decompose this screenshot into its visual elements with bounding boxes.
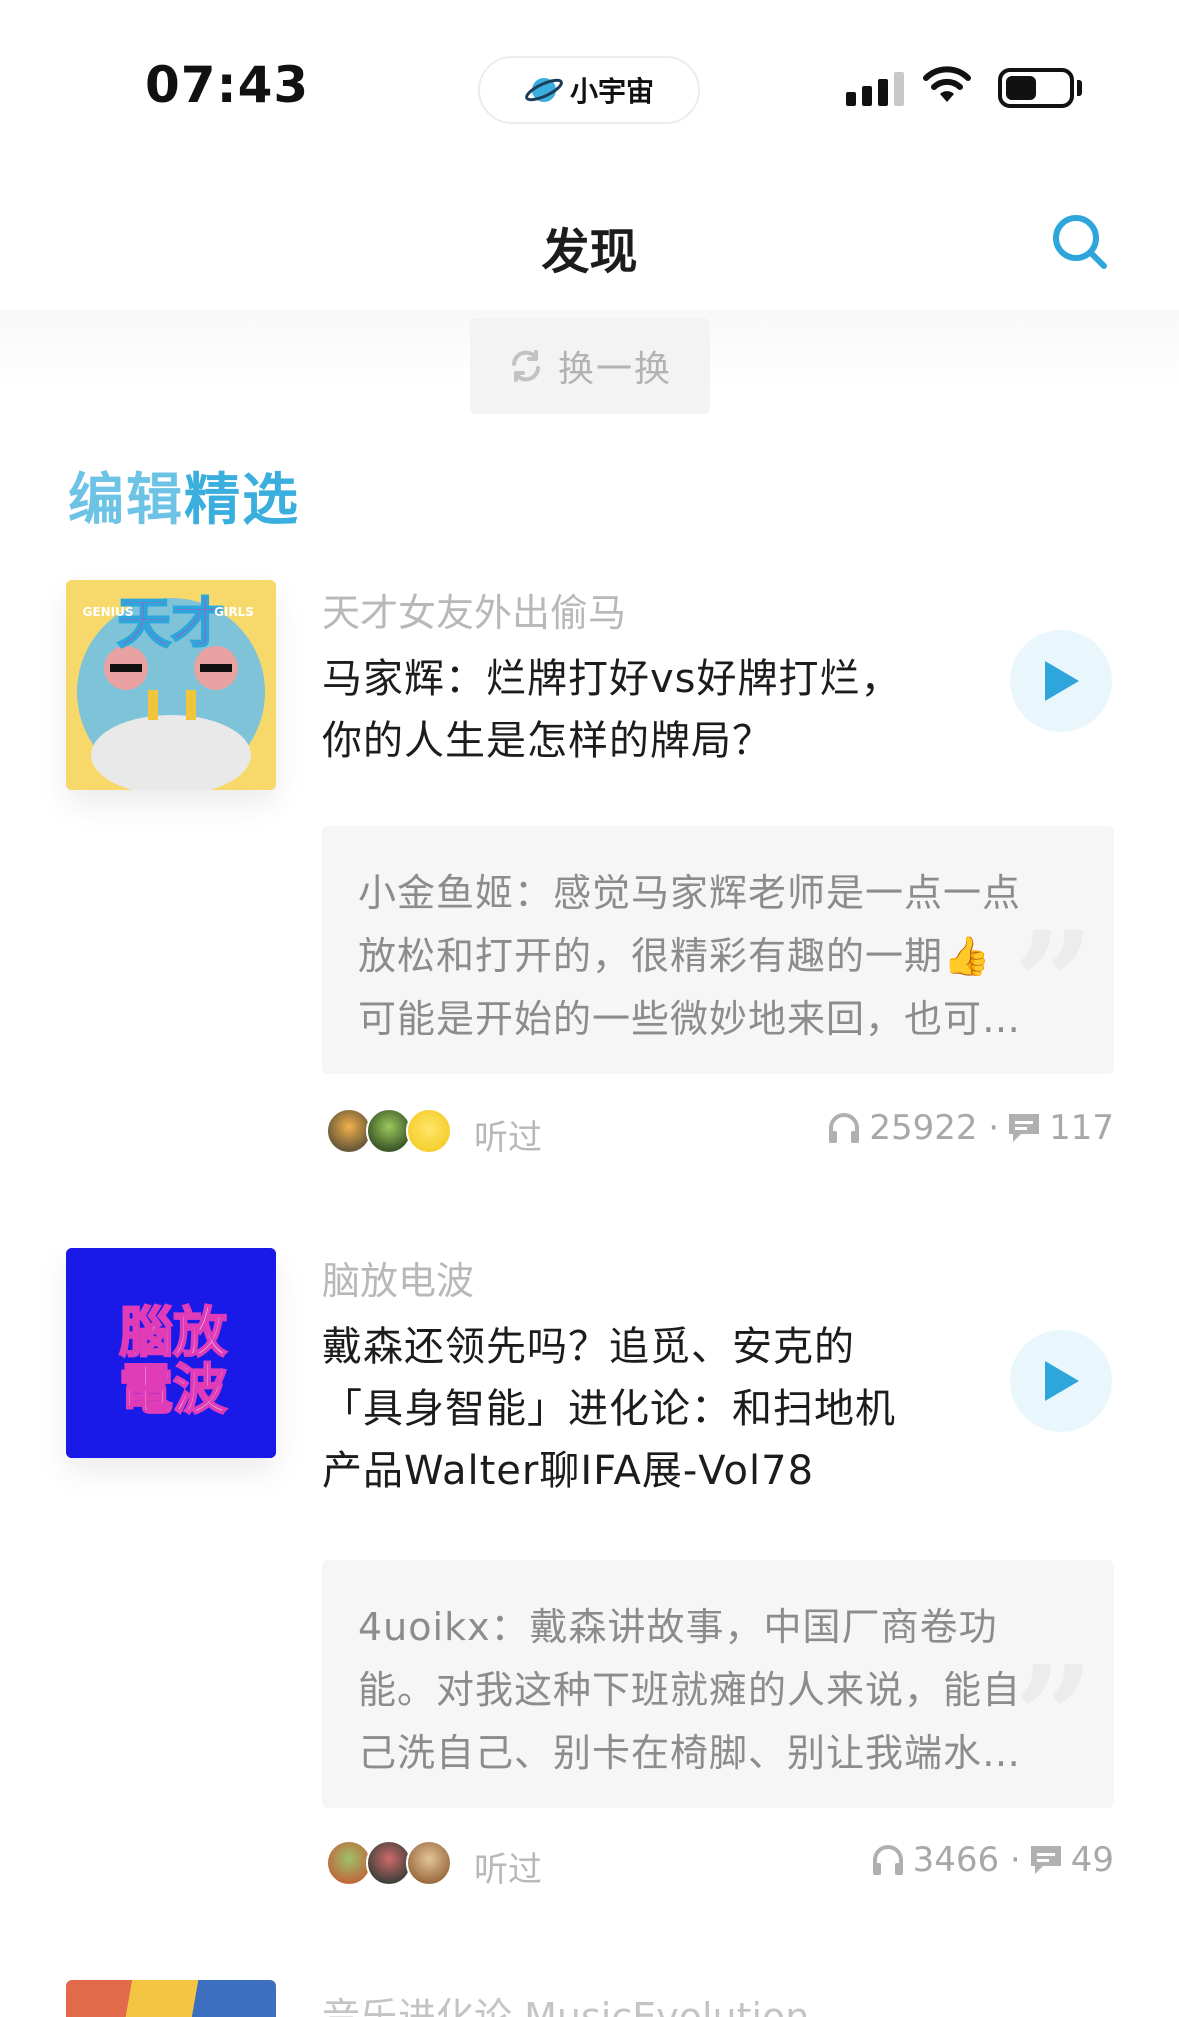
cover-sub-right: GIRLS xyxy=(214,605,254,619)
episode-meta: 听过 25922 · 117 xyxy=(322,1102,1114,1162)
featured-comment[interactable]: 小金鱼姬：感觉马家辉老师是一点一点 放松和打开的，很精彩有趣的一期👍 可能是开始… xyxy=(322,826,1114,1074)
podcast-name[interactable]: 音乐进化论 MusicEvolution xyxy=(322,1986,809,2017)
headphones-icon xyxy=(829,1113,860,1143)
podcast-cover[interactable]: 天才 GENIUS GIRLS xyxy=(66,580,276,790)
comment-line: 小金鱼姬：感觉马家辉老师是一点一点 xyxy=(358,871,1022,915)
episode-title[interactable]: 马家辉：烂牌打好vs好牌打烂， 你的人生是怎样的牌局？ xyxy=(322,648,962,772)
listened-label: 听过 xyxy=(474,1850,542,1890)
episode-title[interactable]: 戴森还领先吗？追觅、安克的 「具身智能」进化论：和扫地机 产品Walter聊IF… xyxy=(322,1316,962,1502)
cover-title: 天才 xyxy=(117,592,225,655)
comment-line: 可能是开始的一些微妙地来回，也可… xyxy=(358,997,1022,1041)
status-bar: 07:43 小宇宙 xyxy=(0,0,1179,170)
comment-count: 49 xyxy=(1070,1840,1114,1880)
page-title: 发现 xyxy=(541,224,638,280)
podcast-cover[interactable] xyxy=(66,1980,276,2017)
play-button[interactable] xyxy=(1010,630,1112,732)
search-icon[interactable] xyxy=(1048,210,1112,274)
play-icon xyxy=(1045,1361,1079,1401)
podcast-cover[interactable]: 腦放 電波 xyxy=(66,1248,276,1458)
listener-avatars[interactable] xyxy=(326,1840,452,1886)
quote-mark-icon: ” xyxy=(1013,902,1094,1066)
listened-label: 听过 xyxy=(474,1118,542,1158)
section-title: 编辑精选 xyxy=(68,455,300,536)
play-icon xyxy=(1045,661,1079,701)
cover-art-genius-girls: 天才 GENIUS GIRLS xyxy=(66,580,276,790)
cover-title: 腦放 xyxy=(119,1301,227,1364)
quote-mark-icon: ” xyxy=(1013,1636,1094,1800)
comment-line: 4uoikx：戴森讲故事，中国厂商卷功 xyxy=(358,1605,998,1649)
comment-line: 能。对我这种下班就瘫的人来说，能自 xyxy=(358,1668,1022,1712)
episode-title-line: 产品Walter聊IFA展-Vol78 xyxy=(322,1448,815,1494)
podcast-name[interactable]: 天才女友外出偷马 xyxy=(322,582,626,637)
play-count: 3466 · xyxy=(912,1840,1021,1880)
cellular-signal-icon xyxy=(846,70,904,106)
refresh-icon xyxy=(511,350,540,382)
episode-title-line: 马家辉：烂牌打好vs好牌打烂， xyxy=(322,656,902,702)
cover-sub-left: GENIUS xyxy=(83,605,134,619)
episode-title-line: 「具身智能」进化论：和扫地机 xyxy=(322,1386,896,1432)
comment-icon xyxy=(1009,1114,1040,1142)
headphones-icon xyxy=(872,1845,903,1875)
podcast-name[interactable]: 脑放电波 xyxy=(322,1250,474,1305)
planet-icon xyxy=(525,78,563,102)
episode-stats: 25922 · 117 xyxy=(827,1108,1114,1148)
status-time: 07:43 xyxy=(145,56,310,114)
cover-art-brain-wave: 腦放 電波 xyxy=(66,1248,276,1458)
comment-line: 己洗自己、别卡在椅脚、别让我端水… xyxy=(358,1731,1022,1775)
avatar xyxy=(406,1840,452,1886)
comment-count: 117 xyxy=(1049,1108,1114,1148)
episode-title-line: 戴森还领先吗？追觅、安克的 xyxy=(322,1324,855,1370)
comment-line: 放松和打开的，很精彩有趣的一期👍 xyxy=(358,934,992,978)
comment-icon xyxy=(1030,1846,1061,1874)
section-title-part2: 精选 xyxy=(184,468,300,533)
play-count: 25922 · xyxy=(869,1108,1000,1148)
refresh-button[interactable]: 换一换 xyxy=(470,318,710,414)
cover-title: 電波 xyxy=(119,1358,227,1421)
listener-avatars[interactable] xyxy=(326,1108,452,1154)
episode-meta: 听过 3466 · 49 xyxy=(322,1834,1114,1894)
app-pill-label: 小宇宙 xyxy=(569,75,654,108)
section-title-part1: 编辑 xyxy=(68,468,184,533)
battery-icon xyxy=(998,68,1074,108)
discover-screen: 07:43 小宇宙 发现 换一换 编辑精选 天才 GENIUS GIRLS 天才… xyxy=(0,0,1179,2017)
app-indicator-pill[interactable]: 小宇宙 xyxy=(478,56,700,124)
refresh-label: 换一换 xyxy=(557,349,672,390)
play-button[interactable] xyxy=(1010,1330,1112,1432)
episode-stats: 3466 · 49 xyxy=(871,1840,1114,1880)
avatar xyxy=(406,1108,452,1154)
episode-title-line: 你的人生是怎样的牌局？ xyxy=(322,718,773,764)
wifi-icon xyxy=(923,66,971,102)
featured-comment[interactable]: 4uoikx：戴森讲故事，中国厂商卷功 能。对我这种下班就瘫的人来说，能自 己洗… xyxy=(322,1560,1114,1808)
battery-tip xyxy=(1077,80,1082,96)
